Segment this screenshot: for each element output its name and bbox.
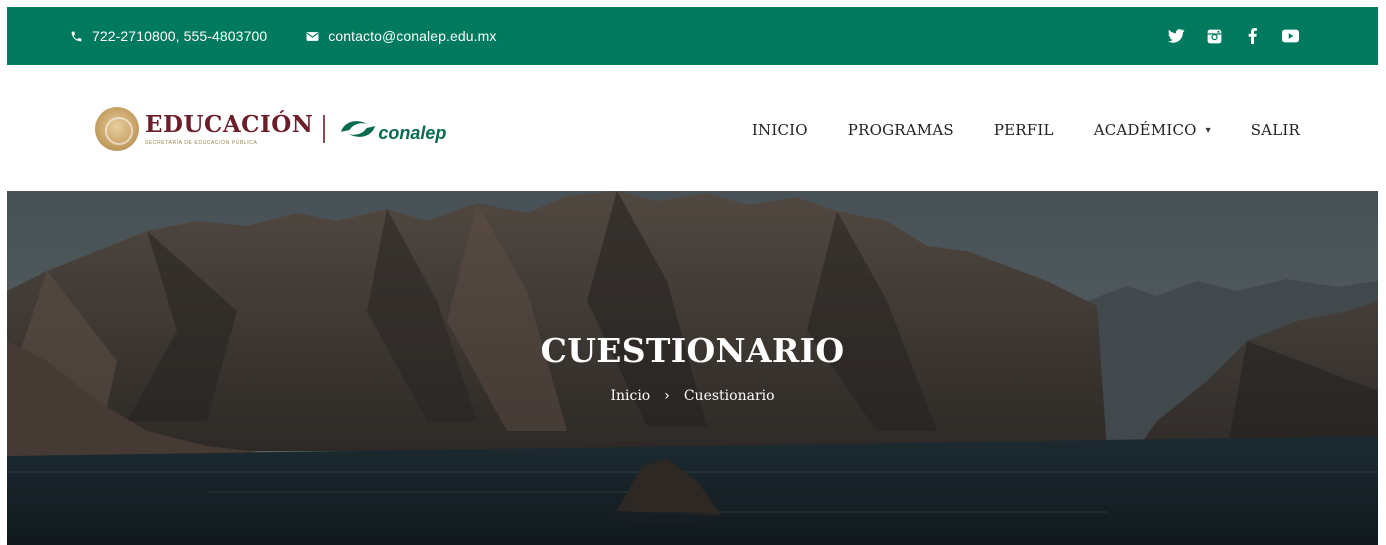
nav-link-perfil[interactable]: PERFIL [994,121,1054,139]
main-nav: INICIO PROGRAMAS PERFIL ACADÉMICO ▾ SALI… [712,121,1300,139]
nav-item-inicio[interactable]: INICIO [752,121,808,139]
email-contact[interactable]: contacto@conalep.edu.mx [305,28,496,44]
youtube-icon[interactable] [1281,27,1299,45]
email-text: contacto@conalep.edu.mx [328,28,497,44]
breadcrumb: Inicio › Cuestionario [7,388,1378,404]
facebook-icon[interactable] [1243,27,1261,45]
conalep-wordmark: conalep [378,123,447,143]
breadcrumb-current: Cuestionario [683,388,775,404]
government-seal-icon [95,107,139,151]
nav-item-salir[interactable]: SALIR [1251,121,1300,139]
conalep-logo: conalep [339,116,447,143]
logo-divider [323,115,326,143]
site-logo[interactable]: EDUCACIÓN SECRETARÍA DE EDUCACIÓN PÚBLIC… [95,104,446,154]
phone-icon [69,29,83,43]
nav-link-inicio[interactable]: INICIO [752,121,808,139]
chevron-down-icon[interactable]: ▾ [1206,125,1211,136]
mail-icon [305,29,319,43]
phone-contact[interactable]: 722-2710800, 555-4803700 [69,28,267,44]
site-header: EDUCACIÓN SECRETARÍA DE EDUCACIÓN PÚBLIC… [7,65,1378,191]
nav-link-academico[interactable]: ACADÉMICO [1094,121,1197,139]
page-title: CUESTIONARIO [540,331,845,370]
nav-item-academico[interactable]: ACADÉMICO ▾ [1094,121,1211,139]
phone-text: 722-2710800, 555-4803700 [92,28,268,44]
logo-title: EDUCACIÓN [145,111,314,138]
instagram-icon[interactable] [1205,27,1223,45]
breadcrumb-separator: › [664,388,670,404]
conalep-mark-icon [341,121,376,137]
nav-item-programas[interactable]: PROGRAMAS [848,121,954,139]
sep-logo-text: EDUCACIÓN SECRETARÍA DE EDUCACIÓN PÚBLIC… [145,111,314,147]
nav-link-programas[interactable]: PROGRAMAS [848,121,954,139]
nav-link-salir[interactable]: SALIR [1251,121,1300,139]
twitter-icon[interactable] [1167,27,1185,45]
nav-item-perfil[interactable]: PERFIL [994,121,1054,139]
hero-banner: CUESTIONARIO Inicio › Cuestionario [7,191,1378,545]
social-links [1147,7,1299,65]
logo-subtitle: SECRETARÍA DE EDUCACIÓN PÚBLICA [145,140,258,146]
breadcrumb-home-link[interactable]: Inicio [610,388,650,404]
top-contact-bar: 722-2710800, 555-4803700 contacto@conale… [7,7,1378,65]
